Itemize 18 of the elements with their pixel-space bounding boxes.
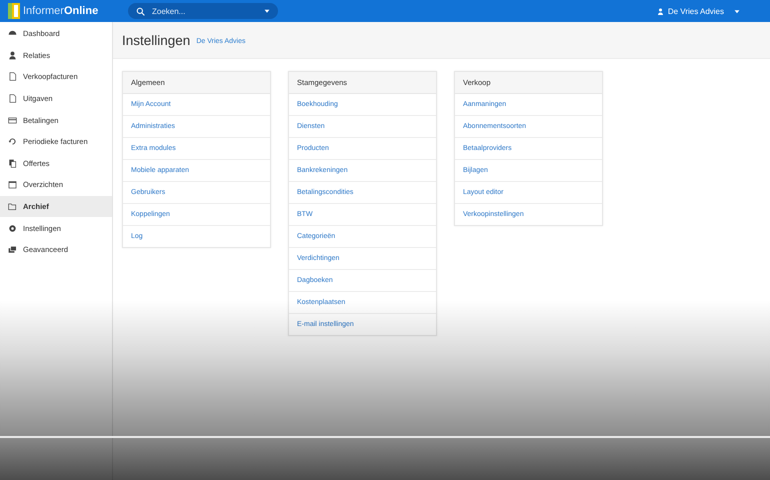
stack-icon [8,245,17,254]
page-title: Instellingen [122,32,190,48]
caret-icon [264,8,270,14]
card-icon [8,116,17,125]
calendar-icon [8,180,17,190]
folder-icon [8,202,17,212]
search-icon [136,6,145,16]
app-logo: InformerOnline [23,5,98,17]
repeat-icon [8,137,17,146]
person-icon [8,50,17,60]
gear-icon [8,224,17,233]
document-icon [8,94,17,104]
user-icon [656,6,664,16]
search-field[interactable]: Zoeken... [128,3,278,19]
user-menu[interactable]: De Vries Advies [668,6,724,16]
copy-icon [8,158,17,168]
document-icon [8,72,17,82]
logo-icon [8,3,20,19]
